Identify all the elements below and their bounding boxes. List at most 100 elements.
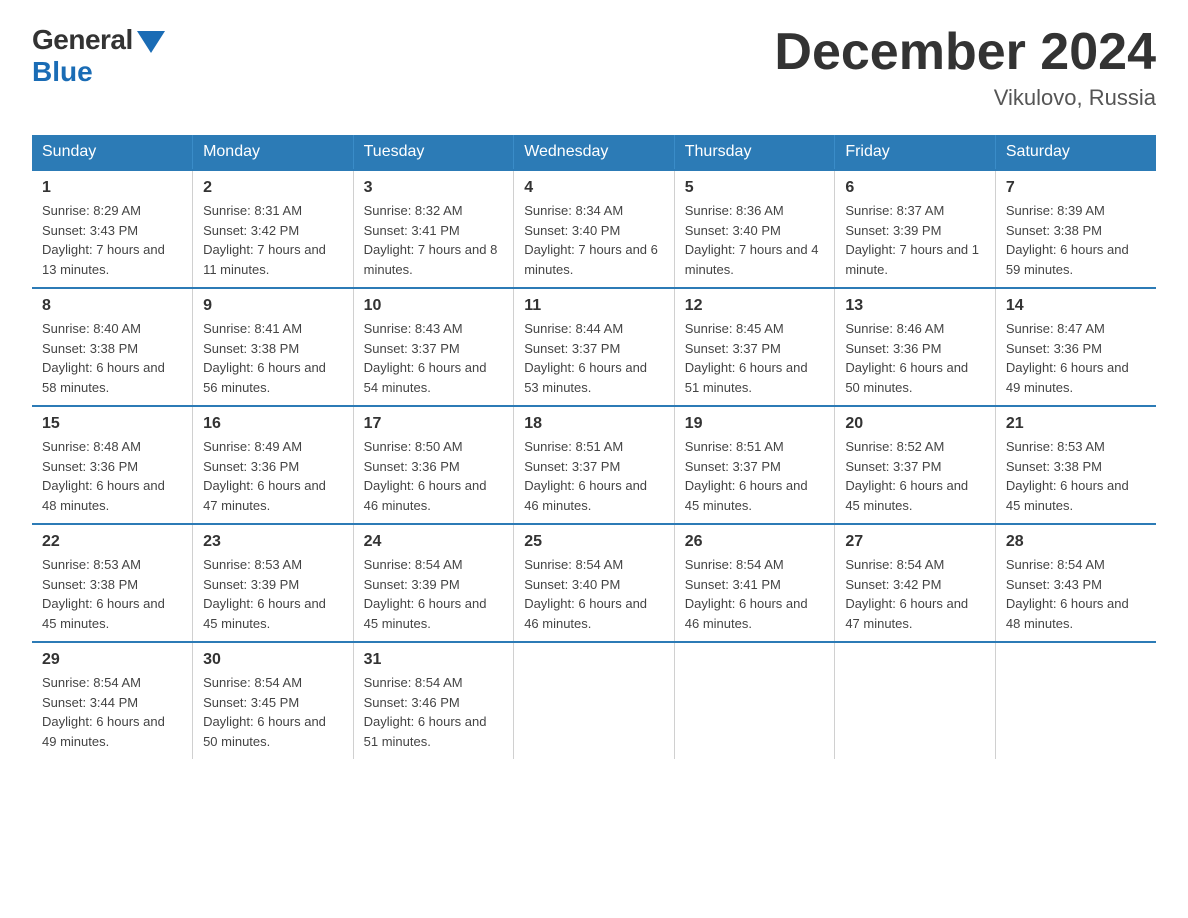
day-cell: 26 Sunrise: 8:54 AM Sunset: 3:41 PM Dayl…	[674, 524, 835, 642]
day-cell: 7 Sunrise: 8:39 AM Sunset: 3:38 PM Dayli…	[995, 170, 1156, 288]
day-number: 3	[364, 179, 504, 197]
day-cell: 23 Sunrise: 8:53 AM Sunset: 3:39 PM Dayl…	[193, 524, 354, 642]
day-info: Sunrise: 8:37 AM Sunset: 3:39 PM Dayligh…	[845, 201, 985, 279]
day-number: 5	[685, 179, 825, 197]
day-info: Sunrise: 8:54 AM Sunset: 3:46 PM Dayligh…	[364, 673, 504, 751]
week-row-1: 1 Sunrise: 8:29 AM Sunset: 3:43 PM Dayli…	[32, 170, 1156, 288]
day-cell: 17 Sunrise: 8:50 AM Sunset: 3:36 PM Dayl…	[353, 406, 514, 524]
day-number: 9	[203, 297, 343, 315]
day-number: 14	[1006, 297, 1146, 315]
day-cell: 10 Sunrise: 8:43 AM Sunset: 3:37 PM Dayl…	[353, 288, 514, 406]
header-wednesday: Wednesday	[514, 135, 675, 170]
day-info: Sunrise: 8:32 AM Sunset: 3:41 PM Dayligh…	[364, 201, 504, 279]
day-number: 11	[524, 297, 664, 315]
month-title: December 2024	[774, 24, 1156, 81]
day-number: 6	[845, 179, 985, 197]
day-number: 20	[845, 415, 985, 433]
day-cell: 4 Sunrise: 8:34 AM Sunset: 3:40 PM Dayli…	[514, 170, 675, 288]
day-cell: 18 Sunrise: 8:51 AM Sunset: 3:37 PM Dayl…	[514, 406, 675, 524]
calendar-table: SundayMondayTuesdayWednesdayThursdayFrid…	[32, 135, 1156, 759]
day-info: Sunrise: 8:54 AM Sunset: 3:40 PM Dayligh…	[524, 555, 664, 633]
logo: General Blue	[32, 24, 165, 88]
day-number: 10	[364, 297, 504, 315]
day-number: 13	[845, 297, 985, 315]
day-info: Sunrise: 8:47 AM Sunset: 3:36 PM Dayligh…	[1006, 319, 1146, 397]
day-info: Sunrise: 8:34 AM Sunset: 3:40 PM Dayligh…	[524, 201, 664, 279]
logo-general-text: General	[32, 24, 133, 56]
day-cell: 20 Sunrise: 8:52 AM Sunset: 3:37 PM Dayl…	[835, 406, 996, 524]
day-number: 8	[42, 297, 182, 315]
day-number: 22	[42, 533, 182, 551]
day-info: Sunrise: 8:45 AM Sunset: 3:37 PM Dayligh…	[685, 319, 825, 397]
title-area: December 2024 Vikulovo, Russia	[774, 24, 1156, 111]
day-cell: 11 Sunrise: 8:44 AM Sunset: 3:37 PM Dayl…	[514, 288, 675, 406]
day-info: Sunrise: 8:53 AM Sunset: 3:38 PM Dayligh…	[42, 555, 182, 633]
day-number: 28	[1006, 533, 1146, 551]
day-info: Sunrise: 8:36 AM Sunset: 3:40 PM Dayligh…	[685, 201, 825, 279]
day-cell	[514, 642, 675, 759]
day-number: 24	[364, 533, 504, 551]
day-info: Sunrise: 8:49 AM Sunset: 3:36 PM Dayligh…	[203, 437, 343, 515]
header-monday: Monday	[193, 135, 354, 170]
day-cell: 1 Sunrise: 8:29 AM Sunset: 3:43 PM Dayli…	[32, 170, 193, 288]
day-cell: 14 Sunrise: 8:47 AM Sunset: 3:36 PM Dayl…	[995, 288, 1156, 406]
day-info: Sunrise: 8:40 AM Sunset: 3:38 PM Dayligh…	[42, 319, 182, 397]
day-cell: 16 Sunrise: 8:49 AM Sunset: 3:36 PM Dayl…	[193, 406, 354, 524]
day-cell: 19 Sunrise: 8:51 AM Sunset: 3:37 PM Dayl…	[674, 406, 835, 524]
day-info: Sunrise: 8:54 AM Sunset: 3:39 PM Dayligh…	[364, 555, 504, 633]
day-number: 12	[685, 297, 825, 315]
day-cell	[835, 642, 996, 759]
logo-triangle-icon	[137, 31, 165, 53]
day-number: 19	[685, 415, 825, 433]
day-cell: 12 Sunrise: 8:45 AM Sunset: 3:37 PM Dayl…	[674, 288, 835, 406]
calendar-header-row: SundayMondayTuesdayWednesdayThursdayFrid…	[32, 135, 1156, 170]
day-info: Sunrise: 8:43 AM Sunset: 3:37 PM Dayligh…	[364, 319, 504, 397]
day-info: Sunrise: 8:52 AM Sunset: 3:37 PM Dayligh…	[845, 437, 985, 515]
day-number: 16	[203, 415, 343, 433]
day-number: 29	[42, 651, 182, 669]
day-info: Sunrise: 8:29 AM Sunset: 3:43 PM Dayligh…	[42, 201, 182, 279]
day-info: Sunrise: 8:54 AM Sunset: 3:41 PM Dayligh…	[685, 555, 825, 633]
day-info: Sunrise: 8:53 AM Sunset: 3:38 PM Dayligh…	[1006, 437, 1146, 515]
header-sunday: Sunday	[32, 135, 193, 170]
day-info: Sunrise: 8:53 AM Sunset: 3:39 PM Dayligh…	[203, 555, 343, 633]
day-number: 17	[364, 415, 504, 433]
location: Vikulovo, Russia	[774, 85, 1156, 111]
day-number: 30	[203, 651, 343, 669]
day-info: Sunrise: 8:54 AM Sunset: 3:42 PM Dayligh…	[845, 555, 985, 633]
day-number: 4	[524, 179, 664, 197]
day-info: Sunrise: 8:39 AM Sunset: 3:38 PM Dayligh…	[1006, 201, 1146, 279]
header-friday: Friday	[835, 135, 996, 170]
day-info: Sunrise: 8:54 AM Sunset: 3:45 PM Dayligh…	[203, 673, 343, 751]
day-cell: 6 Sunrise: 8:37 AM Sunset: 3:39 PM Dayli…	[835, 170, 996, 288]
header-saturday: Saturday	[995, 135, 1156, 170]
day-cell	[674, 642, 835, 759]
day-info: Sunrise: 8:51 AM Sunset: 3:37 PM Dayligh…	[685, 437, 825, 515]
day-number: 21	[1006, 415, 1146, 433]
day-info: Sunrise: 8:51 AM Sunset: 3:37 PM Dayligh…	[524, 437, 664, 515]
logo-blue-text: Blue	[32, 56, 93, 88]
day-number: 25	[524, 533, 664, 551]
day-number: 18	[524, 415, 664, 433]
day-info: Sunrise: 8:50 AM Sunset: 3:36 PM Dayligh…	[364, 437, 504, 515]
header-tuesday: Tuesday	[353, 135, 514, 170]
day-cell: 29 Sunrise: 8:54 AM Sunset: 3:44 PM Dayl…	[32, 642, 193, 759]
day-cell: 9 Sunrise: 8:41 AM Sunset: 3:38 PM Dayli…	[193, 288, 354, 406]
day-number: 31	[364, 651, 504, 669]
day-cell: 27 Sunrise: 8:54 AM Sunset: 3:42 PM Dayl…	[835, 524, 996, 642]
day-cell: 25 Sunrise: 8:54 AM Sunset: 3:40 PM Dayl…	[514, 524, 675, 642]
day-cell: 28 Sunrise: 8:54 AM Sunset: 3:43 PM Dayl…	[995, 524, 1156, 642]
day-info: Sunrise: 8:31 AM Sunset: 3:42 PM Dayligh…	[203, 201, 343, 279]
day-info: Sunrise: 8:54 AM Sunset: 3:43 PM Dayligh…	[1006, 555, 1146, 633]
day-info: Sunrise: 8:41 AM Sunset: 3:38 PM Dayligh…	[203, 319, 343, 397]
day-number: 7	[1006, 179, 1146, 197]
day-cell: 30 Sunrise: 8:54 AM Sunset: 3:45 PM Dayl…	[193, 642, 354, 759]
day-cell	[995, 642, 1156, 759]
day-number: 23	[203, 533, 343, 551]
day-number: 1	[42, 179, 182, 197]
day-info: Sunrise: 8:54 AM Sunset: 3:44 PM Dayligh…	[42, 673, 182, 751]
week-row-4: 22 Sunrise: 8:53 AM Sunset: 3:38 PM Dayl…	[32, 524, 1156, 642]
day-cell: 15 Sunrise: 8:48 AM Sunset: 3:36 PM Dayl…	[32, 406, 193, 524]
day-cell: 31 Sunrise: 8:54 AM Sunset: 3:46 PM Dayl…	[353, 642, 514, 759]
day-info: Sunrise: 8:46 AM Sunset: 3:36 PM Dayligh…	[845, 319, 985, 397]
